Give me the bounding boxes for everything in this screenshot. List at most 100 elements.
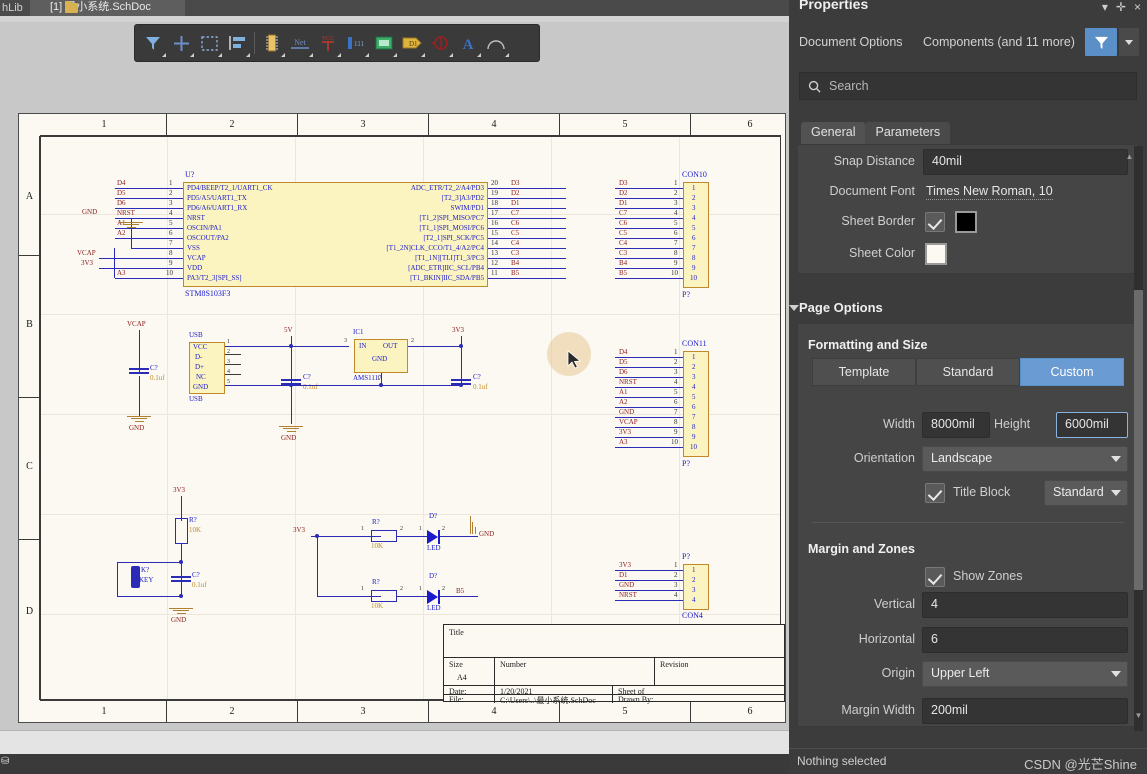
orientation-dropdown[interactable]: Landscape	[922, 446, 1128, 472]
con10-body[interactable]	[683, 182, 709, 288]
con10-pin-label: 3	[692, 204, 696, 212]
chevron-down-icon	[246, 53, 250, 57]
capacitor-symbol[interactable]	[129, 366, 149, 376]
tab-active-schdoc[interactable]: [1] 最小系统.SchDoc	[30, 0, 185, 16]
place-net-label-tool-button[interactable]: Net	[286, 28, 314, 58]
usb-pin-label: D-	[195, 353, 203, 361]
capacitor-symbol[interactable]	[171, 574, 191, 584]
resistor-designator: R?	[372, 578, 380, 586]
con11-pin-number: 7	[674, 408, 678, 416]
con11-part-name: CON11	[682, 339, 707, 348]
margin-width-input[interactable]: 200mil	[922, 698, 1128, 724]
net-label: A2	[619, 398, 628, 406]
mcu-pin-number: 15	[491, 229, 498, 237]
led-symbol[interactable]	[427, 590, 438, 604]
place-part-tool-button[interactable]	[258, 28, 286, 58]
net-label: C5	[511, 229, 520, 237]
segment-template[interactable]: Template	[812, 358, 916, 386]
wire	[488, 218, 566, 219]
key-designator: K?	[141, 566, 150, 574]
vertical-input[interactable]: 4	[922, 592, 1128, 618]
page-options-header[interactable]: Page Options	[789, 300, 883, 315]
zone-label-bottom: 4	[491, 706, 497, 717]
schematic-sheet[interactable]: 1 2 3 4 5 6 1 2 3 4 5 6 A B C D U? STM8S…	[18, 113, 786, 723]
mcu-pin-number: 11	[491, 269, 498, 277]
chevron-down-icon	[365, 53, 369, 57]
tab-document-options[interactable]: Document Options	[799, 35, 903, 49]
usb-pin-label: VCC	[193, 343, 208, 351]
title-block[interactable]: Title Size A4 Number Revision Date: 1/20…	[443, 624, 785, 705]
align-tool-button[interactable]	[223, 28, 251, 58]
panel-window-controls[interactable]: ▾ ✛ ×	[1102, 0, 1141, 14]
sheet-color-swatch[interactable]	[925, 243, 947, 265]
title-block-checkbox[interactable]	[925, 483, 945, 503]
chevron-down-icon	[449, 53, 453, 57]
panel-scroll-down-arrow[interactable]: ▼	[1134, 710, 1143, 722]
con11-pin-label: 3	[692, 373, 696, 381]
place-designator-tool-button[interactable]: D1	[398, 28, 426, 58]
subtab-parameters[interactable]: Parameters	[865, 122, 951, 144]
tab-components-more[interactable]: Components (and 11 more)	[923, 35, 1075, 49]
panel-scrollbar-thumb[interactable]	[1134, 290, 1143, 590]
title-block-style-dropdown[interactable]: Standard	[1044, 480, 1128, 506]
place-crosshair-tool-button[interactable]	[167, 28, 195, 58]
sheet-border-color-swatch[interactable]	[955, 211, 977, 233]
mcu-pin-number: 8	[169, 249, 173, 257]
wire	[117, 562, 118, 597]
place-port-tool-button[interactable]: 111	[342, 28, 370, 58]
select-area-tool-button[interactable]	[195, 28, 223, 58]
search-input[interactable]: Search	[799, 72, 1137, 100]
place-arc-tool-button[interactable]	[482, 28, 510, 58]
panel-status-bar: Nothing selected CSDN @光芒Shine	[789, 748, 1147, 774]
segment-standard[interactable]: Standard	[916, 358, 1020, 386]
pin-icon[interactable]: ✛	[1116, 0, 1126, 14]
resistor-symbol[interactable]	[371, 530, 397, 542]
tab-inactive-lib[interactable]: hLib	[0, 0, 23, 16]
place-no-erc-tool-button[interactable]	[426, 28, 454, 58]
regulator-pin-in: IN	[359, 342, 367, 350]
pin-number: 1	[361, 586, 364, 592]
chevron-down-icon	[309, 53, 313, 57]
search-icon	[808, 80, 821, 93]
con11-body[interactable]	[683, 351, 709, 457]
place-power-port-tool-button[interactable]: VCC	[314, 28, 342, 58]
panel-minimize-icon[interactable]: ▾	[1102, 0, 1108, 14]
width-input[interactable]: 8000mil	[922, 412, 990, 438]
subtab-general[interactable]: General	[801, 122, 866, 144]
horizontal-input[interactable]: 6	[922, 627, 1128, 653]
mcu-pin-number: 10	[166, 269, 173, 277]
panel-filter-dropdown[interactable]	[1119, 28, 1139, 56]
page-size-mode-segmented[interactable]: Template Standard Custom	[812, 358, 1124, 386]
net-label: 5V	[284, 326, 293, 334]
origin-dropdown[interactable]: Upper Left	[922, 661, 1128, 687]
resistor-symbol[interactable]	[371, 590, 397, 602]
pin-number: 1	[361, 526, 364, 532]
schematic-canvas[interactable]: 1 2 3 4 5 6 1 2 3 4 5 6 A B C D U? STM8S…	[0, 68, 789, 730]
sheet-border-checkbox[interactable]	[925, 212, 945, 232]
gnd-symbol	[468, 516, 477, 534]
pin-number: 1	[419, 526, 422, 532]
mcu-pin-number: 9	[169, 259, 173, 267]
con10-pin-number: 2	[674, 189, 678, 197]
place-sheet-symbol-tool-button[interactable]	[370, 28, 398, 58]
panel-filter-button[interactable]	[1085, 28, 1117, 56]
place-text-tool-button[interactable]: A	[454, 28, 482, 58]
led-symbol[interactable]	[427, 530, 438, 544]
close-icon[interactable]: ×	[1134, 0, 1141, 14]
resistor-symbol[interactable]	[175, 518, 188, 544]
scroll-up-arrow[interactable]: ▲	[1125, 151, 1134, 163]
document-font-value[interactable]: Times New Roman, 10	[926, 184, 1053, 200]
segment-custom[interactable]: Custom	[1020, 358, 1124, 386]
net-label: B5	[456, 587, 465, 595]
zone-label-bottom: 1	[101, 706, 107, 717]
show-zones-checkbox[interactable]	[925, 567, 945, 587]
snap-distance-input[interactable]: 40mil	[923, 149, 1128, 175]
filter-tool-button[interactable]	[139, 28, 167, 58]
net-label: B5	[511, 269, 520, 277]
con4-body[interactable]	[683, 564, 709, 610]
cap-designator: C?	[150, 364, 158, 372]
zone-label-bottom: 2	[229, 706, 235, 717]
height-input[interactable]: 6000mil	[1056, 412, 1128, 438]
panel-status-text: Nothing selected	[797, 754, 887, 768]
active-bar-toolbar[interactable]: Net VCC 111 D1 A	[134, 24, 540, 62]
